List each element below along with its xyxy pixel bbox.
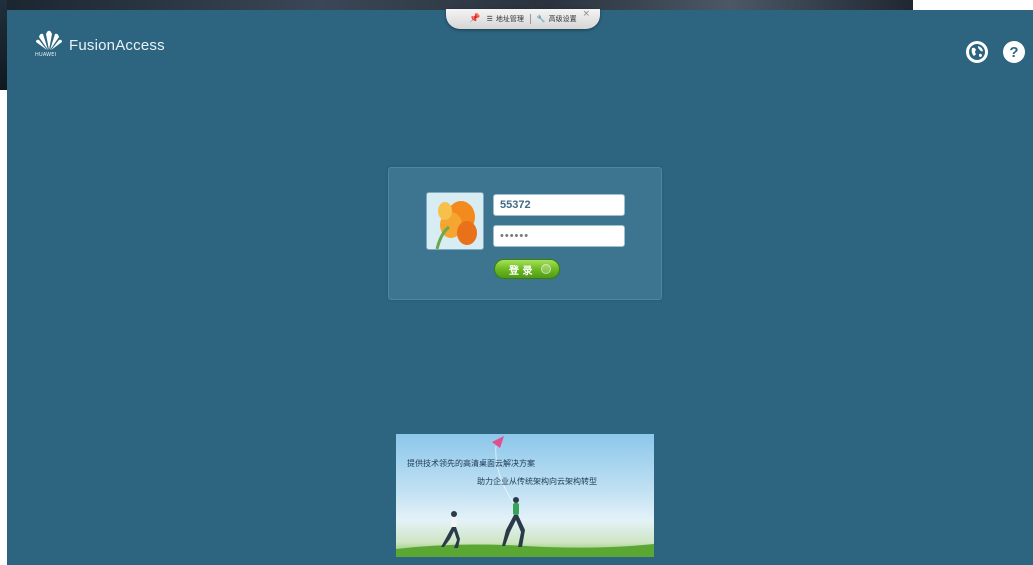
advanced-settings-button[interactable]: 🔧 高级设置 [537, 14, 577, 24]
banner-illustration [396, 436, 654, 557]
toolbar-divider [529, 14, 531, 24]
advanced-settings-label: 高级设置 [548, 15, 577, 23]
promo-banner: 提供技术领先的高清桌面云解决方案 助力企业从传统架构向云架构转型 [396, 434, 654, 557]
huawei-petals-icon [36, 30, 62, 50]
login-button-label: 登 录 [509, 265, 533, 277]
login-button[interactable]: 登 录 [494, 259, 560, 279]
password-field[interactable] [493, 225, 625, 247]
banner-tagline-1: 提供技术领先的高清桌面云解决方案 [407, 459, 535, 468]
arrow-right-icon [541, 264, 551, 274]
app-title: FusionAccess [69, 36, 165, 54]
pin-icon[interactable]: 📌 [469, 14, 480, 24]
desktop-background-edge [0, 0, 7, 90]
brand: HUAWEI FusionAccess [35, 30, 165, 60]
user-avatar [426, 192, 484, 250]
help-icon[interactable]: ? [1003, 41, 1025, 63]
username-field[interactable] [493, 194, 625, 216]
wrench-icon: 🔧 [536, 15, 546, 23]
address-management-label: 地址管理 [495, 15, 524, 23]
banner-tagline-2: 助力企业从传统架构向云架构转型 [477, 477, 597, 486]
huawei-logo: HUAWEI [35, 30, 63, 60]
address-management-button[interactable]: ☰ 地址管理 [487, 14, 524, 24]
globe-icon[interactable] [966, 41, 988, 63]
logo-caption: HUAWEI [35, 52, 57, 58]
list-icon: ☰ [486, 15, 493, 23]
close-icon[interactable]: × [582, 9, 590, 19]
connection-toolbar: 📌 ☰ 地址管理 🔧 高级设置 × [446, 9, 600, 29]
